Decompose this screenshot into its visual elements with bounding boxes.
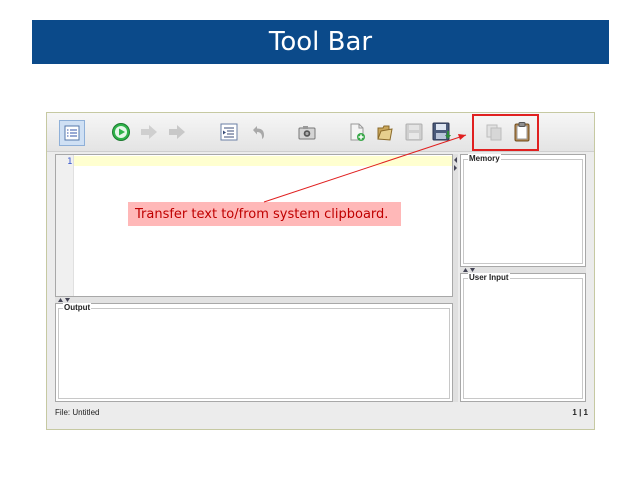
callout-pointer: [263, 134, 467, 203]
